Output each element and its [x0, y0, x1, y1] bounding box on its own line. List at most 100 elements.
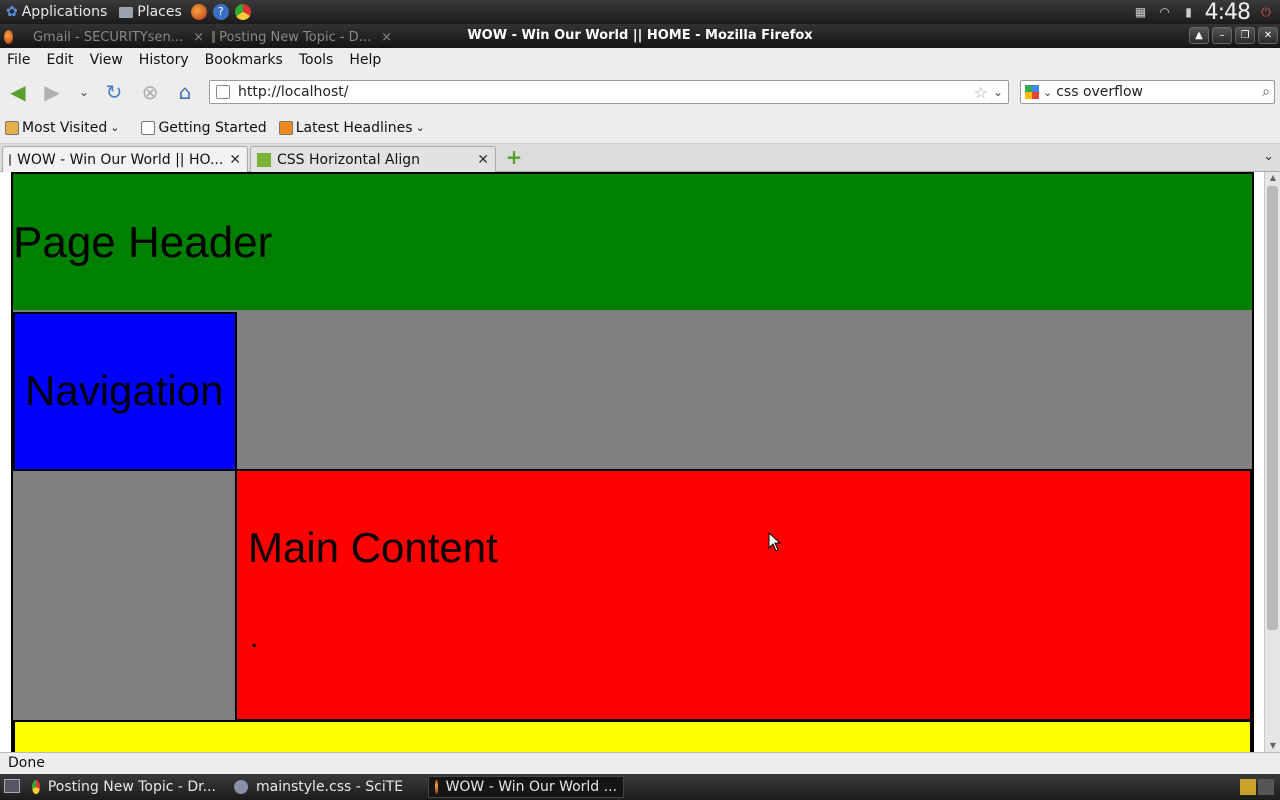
firefox-launcher-icon[interactable]	[190, 4, 207, 20]
taskbar-item-firefox-label: WOW - Win Our World ...	[445, 779, 617, 795]
taskbar-item-scite[interactable]: mainstyle.css - SciTE	[228, 776, 424, 798]
chevron-down-icon: ⌄	[78, 85, 90, 99]
back-button[interactable]: ◀	[6, 80, 30, 104]
network-manager-icon[interactable]: ▦	[1133, 5, 1149, 19]
top-panel: ✿ Applications Places ? ▦ ◠ ▮ 4:48 ⏻	[0, 0, 1280, 25]
menu-history[interactable]: History	[131, 52, 197, 68]
window-controls: ▲ – ❐ ✕	[1189, 27, 1278, 44]
stop-icon: ⊗	[141, 80, 159, 104]
taskbar-item-firefox[interactable]: WOW - Win Our World ...	[428, 776, 624, 798]
bookmark-latest-headlines-label: Latest Headlines	[295, 119, 413, 136]
tab-wow-home-label: WOW - Win Our World || HO...	[17, 151, 224, 168]
mouse-pointer-icon	[768, 532, 782, 552]
menu-bookmarks[interactable]: Bookmarks	[197, 52, 291, 68]
reload-icon: ↻	[105, 80, 123, 104]
scroll-down-icon[interactable]: ▼	[1265, 740, 1280, 752]
tab-css-horizontal-align-label: CSS Horizontal Align	[277, 151, 421, 168]
power-icon[interactable]: ⏻	[1258, 5, 1274, 19]
bookmark-most-visited-label: Most Visited	[22, 119, 108, 136]
google-engine-icon[interactable]	[1025, 85, 1039, 99]
window-up-icon[interactable]: ▲	[1189, 27, 1209, 44]
clock[interactable]: 4:48	[1205, 0, 1251, 25]
menu-view[interactable]: View	[82, 52, 131, 68]
forward-button[interactable]: ▶	[40, 80, 64, 104]
workspace-2-icon[interactable]	[1258, 779, 1274, 795]
page-header-text: Page Header	[13, 218, 273, 267]
navigation-text: Navigation	[25, 367, 224, 414]
site-identity-icon[interactable]	[216, 85, 230, 99]
status-bar: Done	[0, 752, 1280, 774]
menu-file[interactable]: File	[0, 52, 38, 68]
back-arrow-icon: ◀	[10, 80, 26, 104]
chevron-down-icon: ⌄	[110, 121, 120, 134]
new-tab-button[interactable]: +	[504, 145, 524, 169]
navigation-toolbar: ◀ ▶ ⌄ ↻ ⊗ ⌂ http://localhost/ ☆ ⌄ ⌄ css …	[0, 72, 1280, 112]
scite-icon	[234, 780, 248, 794]
bookmark-latest-headlines[interactable]: Latest Headlines ⌄	[274, 120, 430, 136]
tab-wow-home[interactable]: WOW - Win Our World || HO... ✕	[2, 146, 248, 172]
close-tab-icon[interactable]: ✕	[477, 152, 489, 168]
reload-button[interactable]: ↻	[102, 80, 126, 104]
menu-help[interactable]: Help	[341, 52, 389, 68]
taskbar-item-posting[interactable]: Posting New Topic - Dr...	[26, 776, 222, 798]
bookmark-getting-started[interactable]: Getting Started	[136, 120, 271, 136]
close-window-icon[interactable]: ✕	[1258, 27, 1278, 44]
rss-icon	[278, 120, 293, 135]
chrome-launcher-icon[interactable]	[234, 4, 251, 20]
plus-icon: +	[505, 145, 523, 169]
wifi-icon[interactable]: ◠	[1157, 5, 1173, 19]
footer-block	[13, 720, 1252, 752]
search-input[interactable]: css overflow	[1056, 84, 1143, 100]
menu-tools[interactable]: Tools	[291, 52, 342, 68]
bookmark-most-visited[interactable]: Most Visited ⌄	[0, 120, 124, 136]
search-icon[interactable]: ⌕	[1262, 84, 1270, 100]
url-bar[interactable]: http://localhost/ ☆ ⌄	[209, 80, 1009, 104]
folder-icon	[119, 6, 134, 18]
history-dropdown-button[interactable]: ⌄	[72, 80, 96, 104]
applications-menu-label: Applications	[21, 4, 108, 20]
firefox-icon	[435, 780, 438, 794]
system-tray: ▦ ◠ ▮ 4:48 ⏻	[1133, 0, 1274, 25]
main-content-dot: .	[250, 621, 259, 654]
menu-edit[interactable]: Edit	[38, 52, 81, 68]
main-content-block: Main Content .	[235, 469, 1252, 721]
show-desktop-button[interactable]	[4, 779, 20, 793]
restore-icon[interactable]: ❐	[1235, 27, 1255, 44]
navigation-block: Navigation	[13, 312, 237, 471]
scroll-up-icon[interactable]: ▲	[1265, 172, 1280, 184]
battery-icon[interactable]: ▮	[1181, 5, 1197, 19]
window-titlebar[interactable]: Gmail - SECURITYsen... × Posting New Top…	[0, 24, 1280, 48]
scrollbar-thumb[interactable]	[1267, 186, 1278, 630]
list-all-tabs-button[interactable]: ⌄	[1263, 149, 1274, 164]
page-viewport[interactable]: Page Header Navigation Main Content .	[0, 172, 1264, 752]
places-menu[interactable]: Places	[113, 4, 188, 20]
stop-button[interactable]: ⊗	[138, 80, 162, 104]
workspace-1-icon[interactable]	[1240, 779, 1256, 795]
chrome-icon	[32, 780, 40, 794]
vertical-scrollbar[interactable]: ▲ ▼	[1264, 172, 1280, 752]
engine-dropdown-icon[interactable]: ⌄	[1043, 86, 1052, 99]
home-button[interactable]: ⌂	[173, 80, 197, 104]
tab-css-horizontal-align[interactable]: CSS Horizontal Align ✕	[250, 146, 496, 172]
forward-arrow-icon: ▶	[44, 80, 60, 104]
menu-bar: File Edit View History Bookmarks Tools H…	[0, 48, 1280, 72]
page-header-block: Page Header	[11, 172, 1254, 312]
main-content-text: Main Content	[248, 524, 498, 571]
close-tab-icon[interactable]: ✕	[229, 152, 241, 168]
window-title: WOW - Win Our World || HOME - Mozilla Fi…	[467, 28, 813, 43]
url-dropdown-icon[interactable]: ⌄	[993, 85, 1003, 99]
applications-menu[interactable]: ✿ Applications	[0, 4, 113, 20]
chevron-down-icon: ⌄	[415, 121, 425, 134]
help-launcher-icon[interactable]: ?	[212, 4, 229, 20]
url-input[interactable]: http://localhost/	[238, 84, 348, 100]
bookmark-getting-started-label: Getting Started	[158, 119, 267, 136]
bookmark-star-icon[interactable]: ☆	[974, 83, 988, 102]
tab-strip: WOW - Win Our World || HO... ✕ CSS Horiz…	[0, 144, 1280, 172]
status-text: Done	[8, 755, 45, 771]
workspace-switcher[interactable]	[1240, 779, 1274, 795]
minimize-icon[interactable]: –	[1212, 27, 1232, 44]
bottom-panel: Posting New Topic - Dr... mainstyle.css …	[0, 774, 1280, 800]
page-icon	[141, 120, 156, 135]
search-bar[interactable]: ⌄ css overflow ⌕	[1020, 80, 1275, 104]
page-icon	[9, 153, 11, 166]
